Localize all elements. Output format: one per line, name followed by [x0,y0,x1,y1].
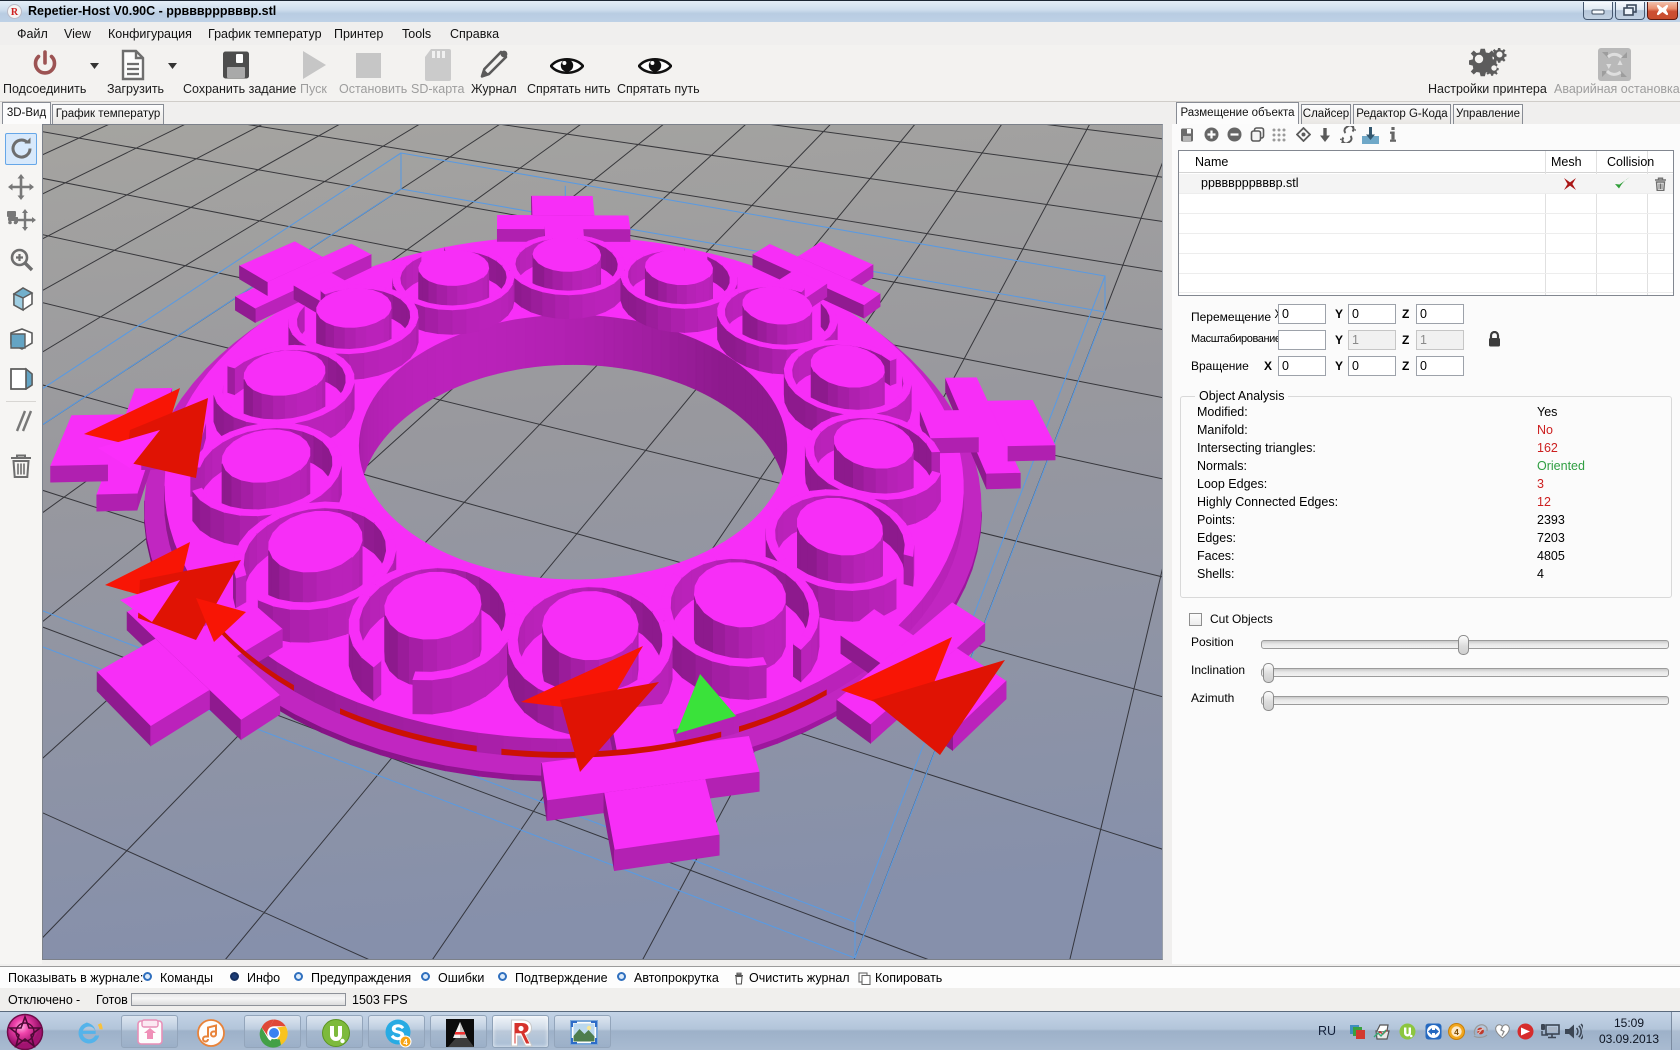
svg-text:4: 4 [1454,1027,1459,1037]
svg-text:4: 4 [403,1038,408,1047]
svg-text:R: R [11,7,19,18]
